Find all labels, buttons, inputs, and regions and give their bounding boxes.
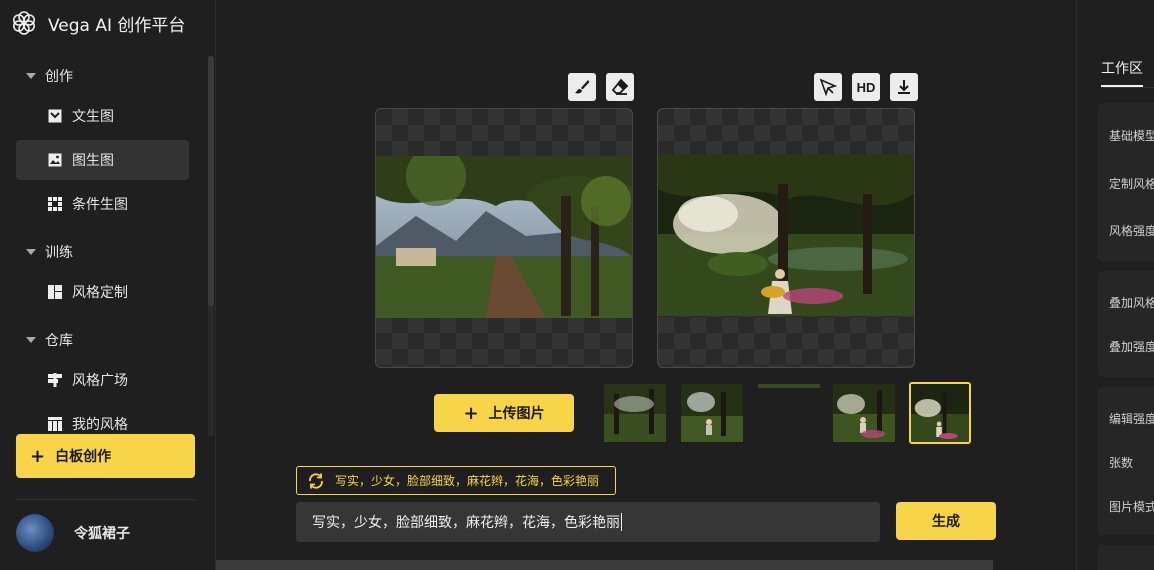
app-title: Vega AI 创作平台 — [48, 15, 186, 36]
settings-card — [1097, 545, 1154, 570]
label-overlay-strength: 叠加强度 — [1109, 340, 1154, 354]
cursor-icon — [819, 78, 837, 96]
text-caret — [621, 513, 622, 531]
sidebar-item-style-square[interactable]: 风格广场 — [16, 360, 189, 400]
label-custom-style: 定制风格 — [1109, 177, 1154, 191]
hd-label: HD — [856, 79, 876, 95]
plus-icon: + — [463, 402, 479, 424]
result-thumbnail[interactable] — [833, 384, 895, 442]
sidebar-item-label: 图生图 — [72, 153, 114, 169]
thumbnail-image — [604, 384, 666, 442]
label-overlay-style: 叠加风格 — [1109, 296, 1154, 310]
suggestion-text: 写实，少女，脸部细致，麻花辫，花海，色彩艳丽 — [335, 474, 600, 488]
section-repo[interactable]: 仓库 — [26, 330, 73, 350]
hd-button[interactable]: HD — [852, 73, 880, 101]
thumbnail-image — [833, 384, 895, 442]
sidebar-item-style-custom[interactable]: 风格定制 — [16, 272, 189, 312]
download-button[interactable] — [890, 73, 918, 101]
sidebar-item-text2img[interactable]: 文生图 — [16, 96, 189, 136]
sidebar-item-label: 风格定制 — [72, 285, 128, 301]
result-thumbnail-selected[interactable] — [909, 382, 971, 444]
horizontal-scrollbar[interactable] — [216, 560, 993, 570]
prompt-suggestion[interactable]: 写实，少女，脸部细致，麻花辫，花海，色彩艳丽 — [296, 466, 616, 495]
section-label: 仓库 — [45, 333, 73, 349]
label-image-mode: 图片模式 — [1109, 500, 1154, 514]
caret-down-icon — [26, 73, 36, 79]
main-canvas: HD + 上传图片 写实，少女，脸部细致，麻花辫，花海，色彩艳丽 写实，少女，脸… — [216, 0, 1076, 570]
whiteboard-button[interactable]: + 白板创作 — [16, 434, 195, 478]
prompt-input[interactable]: 写实，少女，脸部细致，麻花辫，花海，色彩艳丽 — [296, 502, 880, 542]
sidebar-item-label: 条件生图 — [72, 197, 128, 213]
signpost-icon — [48, 373, 62, 387]
refresh-icon[interactable] — [307, 472, 325, 490]
sidebar-item-label: 我的风格 — [72, 417, 128, 433]
sidebar-item-img2img[interactable]: 图生图 — [16, 140, 189, 180]
thumbnail-image — [681, 384, 743, 442]
generate-label: 生成 — [932, 514, 960, 530]
caret-down-icon — [26, 249, 36, 255]
avatar[interactable] — [16, 514, 54, 552]
logo-icon — [13, 11, 36, 35]
output-image-panel[interactable] — [657, 108, 915, 368]
upload-label: 上传图片 — [488, 406, 545, 422]
divider — [1101, 87, 1154, 88]
sidebar-scroll-thumb[interactable] — [208, 56, 214, 306]
label-edit-strength: 编辑强度 — [1109, 412, 1154, 426]
sidebar-scrollbar[interactable] — [208, 56, 214, 436]
eraser-button[interactable] — [606, 73, 634, 101]
output-image — [658, 154, 914, 316]
divider — [16, 499, 195, 500]
plus-icon: + — [30, 445, 46, 467]
brush-icon — [575, 80, 590, 94]
result-thumbnail[interactable] — [604, 384, 666, 442]
result-thumbnail[interactable] — [681, 384, 743, 442]
cursor-button[interactable] — [814, 73, 842, 101]
user-profile[interactable]: 令狐裙子 — [16, 514, 130, 552]
layout-icon — [48, 285, 62, 299]
user-name: 令狐裙子 — [74, 526, 130, 542]
sidebar-item-conditional[interactable]: 条件生图 — [16, 184, 189, 224]
label-count: 张数 — [1109, 456, 1134, 470]
right-panel: 工作区 基础模型 定制风格 风格强度 叠加风格 叠加强度 编辑强度 张数 图片模… — [1076, 0, 1154, 570]
eraser-icon — [611, 78, 629, 95]
upload-image-button[interactable]: + 上传图片 — [434, 394, 574, 432]
section-label: 创作 — [45, 69, 73, 85]
whiteboard-label: 白板创作 — [55, 449, 112, 465]
caret-down-icon — [26, 337, 36, 343]
tab-workspace[interactable]: 工作区 — [1101, 58, 1143, 78]
prompt-text: 写实，少女，脸部细致，麻花辫，花海，色彩艳丽 — [312, 515, 620, 531]
brand[interactable]: Vega AI 创作平台 — [10, 6, 185, 40]
sidebar-item-label: 风格广场 — [72, 373, 128, 389]
input-image-panel[interactable] — [375, 108, 633, 368]
section-label: 训练 — [45, 245, 73, 261]
thumbnail-image — [758, 384, 820, 442]
sidebar-item-label: 文生图 — [72, 109, 114, 125]
input-image — [376, 156, 632, 318]
image-icon — [48, 153, 62, 167]
label-base-model: 基础模型 — [1109, 129, 1154, 143]
table-icon — [48, 417, 62, 431]
section-create[interactable]: 创作 — [26, 66, 73, 86]
brush-button[interactable] — [568, 73, 596, 101]
download-icon — [898, 80, 910, 94]
sidebar: Vega AI 创作平台 创作 文生图 图生图 条件生图 训练 风格定制 仓库 … — [0, 0, 216, 570]
grid-icon — [48, 197, 62, 211]
text-image-icon — [48, 109, 62, 123]
result-thumbnail[interactable] — [758, 384, 820, 442]
section-train[interactable]: 训练 — [26, 242, 73, 262]
thumbnail-image — [911, 384, 969, 442]
generate-button[interactable]: 生成 — [896, 502, 996, 540]
label-style-strength: 风格强度 — [1109, 224, 1154, 238]
settings-card — [1097, 271, 1154, 377]
